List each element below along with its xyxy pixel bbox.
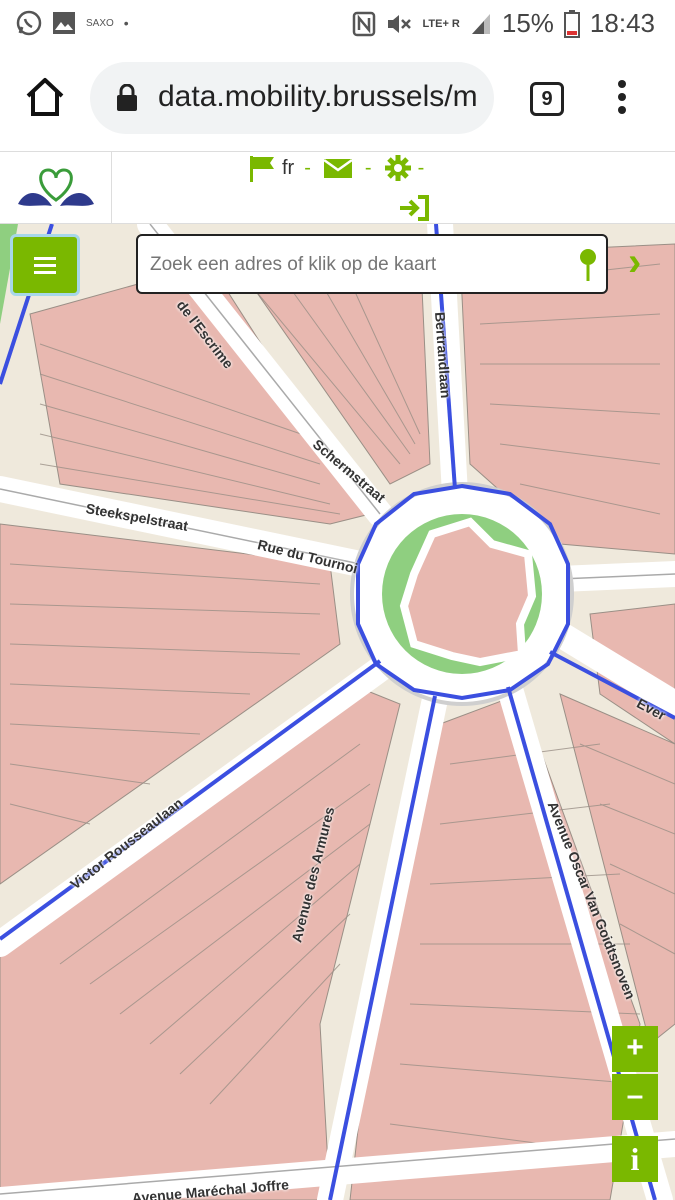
settings-gear-icon[interactable]: [384, 154, 412, 182]
map-view[interactable]: de l'Escrime Schermstraat Steekspelstraa…: [0, 224, 675, 1200]
map-pin-icon[interactable]: [578, 248, 598, 282]
battery-percent: 15%: [501, 8, 554, 38]
image-icon: [53, 12, 75, 34]
notification-dot: •: [123, 15, 129, 31]
mail-icon[interactable]: [323, 156, 353, 180]
lock-icon: [117, 84, 137, 111]
menu-toggle-button[interactable]: [10, 234, 80, 296]
battery-icon: [563, 9, 580, 38]
nfc-icon: [353, 11, 376, 36]
app-header: fr - - -: [0, 152, 675, 224]
map-tiles: [0, 224, 675, 1200]
address-search-input[interactable]: [150, 248, 570, 282]
whatsapp-icon: [16, 10, 42, 36]
language-switch[interactable]: fr: [282, 157, 294, 180]
url-text: data.mobility.brussels/m: [158, 80, 478, 113]
home-icon[interactable]: [22, 74, 68, 120]
zoom-in-button[interactable]: +: [612, 1026, 658, 1072]
tab-switcher-button[interactable]: 9: [530, 82, 564, 116]
browser-toolbar: data.mobility.brussels/m 9: [0, 48, 675, 152]
login-icon[interactable]: [398, 194, 430, 222]
carrier-label: SAXO: [86, 17, 114, 29]
zoom-out-button[interactable]: –: [612, 1074, 658, 1120]
brussels-mobility-logo-icon: [18, 168, 94, 206]
clock: 18:43: [589, 8, 655, 38]
info-button[interactable]: i: [612, 1136, 658, 1182]
header-links: fr - - -: [248, 154, 424, 182]
zoom-controls: + –: [612, 1026, 658, 1122]
separator: -: [364, 156, 372, 179]
menu-bar: [34, 256, 56, 260]
browser-menu-icon[interactable]: [612, 78, 632, 118]
logo[interactable]: [0, 152, 112, 224]
separator: -: [304, 156, 311, 179]
flag-icon[interactable]: [248, 154, 276, 182]
network-label: LTE+ R: [422, 17, 460, 30]
menu-bar: [34, 263, 56, 267]
signal-icon: [471, 13, 490, 34]
separator: -: [417, 156, 425, 179]
chevron-right-icon[interactable]: ›: [628, 240, 641, 285]
status-bar: SAXO • LTE+ R 15% 18:43: [0, 0, 675, 48]
menu-bar: [34, 270, 56, 274]
address-bar[interactable]: data.mobility.brussels/m: [90, 62, 494, 134]
mute-icon: [388, 14, 412, 33]
search-box: [136, 234, 608, 294]
